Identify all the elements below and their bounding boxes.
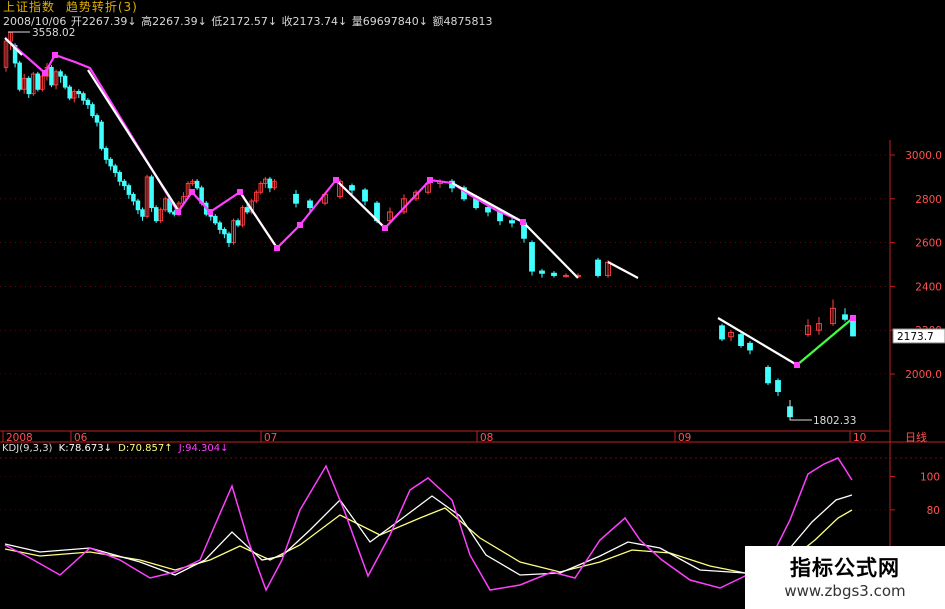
candle-body bbox=[153, 207, 159, 222]
candle-body bbox=[765, 366, 771, 384]
watermark-url: www.zbgs3.com bbox=[784, 582, 906, 600]
kdj-d-line bbox=[4, 507, 853, 575]
pivot-marker bbox=[175, 209, 181, 215]
candle-body bbox=[131, 193, 136, 202]
price-tick-label: 3000.0 bbox=[905, 150, 942, 162]
watermark: 指标公式网 www.zbgs3.com bbox=[745, 546, 945, 609]
candle-body bbox=[267, 178, 273, 189]
candle-body bbox=[112, 165, 118, 173]
kdj-d-value: D:70.857↑ bbox=[118, 443, 173, 454]
high-annotation-label: 3558.02 bbox=[32, 27, 75, 39]
kdj-k-line bbox=[4, 494, 853, 576]
candle-body bbox=[76, 91, 82, 95]
pivot-marker bbox=[237, 189, 243, 195]
pivot-marker bbox=[207, 209, 213, 215]
candle-body bbox=[90, 104, 95, 117]
last-price-label: 2173.7 bbox=[897, 331, 934, 343]
low-annotation-line bbox=[789, 400, 812, 421]
kdj-name: KDJ(9,3,3) bbox=[2, 443, 53, 454]
trend-line-down bbox=[607, 261, 639, 279]
time-axis-label: 10 bbox=[853, 432, 866, 444]
candle-body bbox=[235, 220, 241, 226]
pivot-marker bbox=[382, 225, 388, 231]
candle-body bbox=[26, 77, 32, 95]
candle-body bbox=[307, 200, 313, 209]
kdj-k-value: K:78.673↓ bbox=[58, 443, 112, 454]
candle-body bbox=[485, 207, 491, 213]
candle-body bbox=[775, 380, 781, 393]
price-tick-label: 2000.0 bbox=[905, 369, 942, 381]
candle-body bbox=[293, 193, 299, 204]
price-tick-label: 2600 bbox=[915, 238, 942, 250]
candle-body bbox=[747, 342, 753, 351]
candle-body bbox=[595, 259, 601, 276]
pivot-marker bbox=[297, 222, 303, 228]
candle-body bbox=[349, 185, 355, 191]
candle-body bbox=[85, 99, 91, 106]
candle-body bbox=[509, 220, 515, 224]
time-axis-label: 07 bbox=[264, 432, 277, 444]
pivot-marker bbox=[333, 177, 339, 183]
time-axis-label: 09 bbox=[678, 432, 691, 444]
kdj-tick-label: 80 bbox=[927, 505, 940, 517]
price-tick-label: 2800 bbox=[915, 194, 942, 206]
candle-body bbox=[126, 185, 132, 195]
low-annotation-label: 1802.33 bbox=[813, 415, 856, 427]
candle-body bbox=[222, 229, 227, 235]
candle-body bbox=[117, 172, 122, 182]
candle-body bbox=[738, 334, 744, 347]
pivot-marker bbox=[427, 177, 433, 183]
candle-body bbox=[226, 233, 232, 244]
candle-body bbox=[551, 272, 557, 276]
trend-line-down bbox=[717, 317, 798, 366]
kdj-info-bar: KDJ(9,3,3) K:78.673↓ D:70.857↑ J:94.304↓ bbox=[2, 443, 228, 454]
candle-body bbox=[362, 189, 368, 202]
pivot-marker bbox=[189, 189, 195, 195]
kdj-j-line bbox=[4, 457, 853, 592]
kdj-tick-label: 100 bbox=[920, 472, 940, 484]
candle-body bbox=[213, 215, 218, 224]
trend-line-up bbox=[4, 37, 524, 250]
candle-body bbox=[842, 314, 848, 320]
pivot-marker bbox=[520, 219, 526, 225]
price-tick-label: 2400 bbox=[915, 281, 942, 293]
pivot-marker bbox=[274, 245, 280, 251]
candle-body bbox=[140, 209, 145, 217]
candle-body bbox=[17, 62, 22, 90]
chart-window: 上证指数 趋势转折(3) 2008/10/06 开2267.39↓ 高2267.… bbox=[0, 0, 945, 609]
candlestick-chart: 3000.028002600240022002000.02173.7200806… bbox=[0, 27, 945, 609]
candle-body bbox=[35, 73, 41, 90]
trend-line-green bbox=[796, 317, 854, 366]
candle-body bbox=[103, 147, 109, 160]
time-axis-label: 08 bbox=[480, 432, 493, 444]
candle-body bbox=[81, 93, 86, 101]
pivot-marker bbox=[794, 362, 800, 368]
candle-body bbox=[122, 180, 127, 187]
candle-body bbox=[529, 242, 535, 272]
candle-body bbox=[135, 200, 141, 211]
kdj-j-value: J:94.304↓ bbox=[178, 443, 229, 454]
candle-body bbox=[217, 222, 223, 230]
watermark-title: 指标公式网 bbox=[790, 556, 900, 580]
candle-body bbox=[149, 176, 154, 209]
pivot-marker bbox=[42, 70, 48, 76]
trend-line-down bbox=[451, 182, 579, 279]
candle-body bbox=[194, 180, 200, 189]
candle-body bbox=[719, 325, 725, 340]
candle-body bbox=[539, 270, 545, 274]
pivot-marker bbox=[850, 315, 856, 321]
candle-body bbox=[62, 75, 68, 88]
candle-body bbox=[94, 115, 100, 123]
candle-body bbox=[108, 158, 113, 167]
period-label: 日线 bbox=[905, 430, 927, 444]
pivot-marker bbox=[52, 52, 58, 58]
candle-body bbox=[67, 86, 72, 99]
candle-body bbox=[49, 66, 54, 86]
candle-body bbox=[99, 121, 104, 149]
candle-body bbox=[244, 207, 250, 213]
candle-body bbox=[58, 71, 63, 77]
